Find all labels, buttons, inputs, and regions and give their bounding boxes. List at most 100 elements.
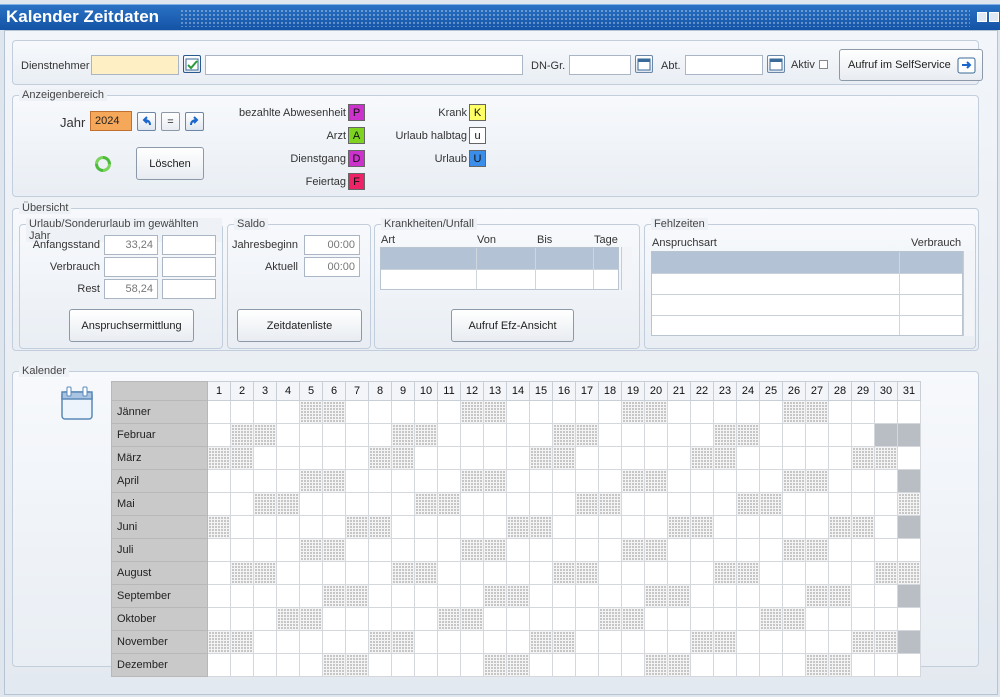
day-cell[interactable]: [207, 561, 231, 585]
day-cell[interactable]: [552, 400, 576, 424]
day-cell[interactable]: [414, 584, 438, 608]
day-cell[interactable]: [299, 561, 323, 585]
day-cell[interactable]: [690, 538, 714, 562]
day-cell[interactable]: [828, 561, 852, 585]
day-cell[interactable]: [414, 469, 438, 493]
day-cell[interactable]: [828, 607, 852, 631]
day-cell[interactable]: [253, 423, 277, 447]
day-cell[interactable]: [805, 630, 829, 654]
day-cell[interactable]: [483, 423, 507, 447]
day-cell[interactable]: [805, 423, 829, 447]
day-cell[interactable]: [621, 561, 645, 585]
day-cell[interactable]: [391, 561, 415, 585]
day-cell[interactable]: [460, 630, 484, 654]
day-cell[interactable]: [851, 653, 875, 677]
day-cell[interactable]: [713, 561, 737, 585]
day-cell[interactable]: [207, 515, 231, 539]
day-cell[interactable]: [874, 469, 898, 493]
day-cell[interactable]: [506, 561, 530, 585]
day-cell[interactable]: [322, 630, 346, 654]
day-cell[interactable]: [575, 630, 599, 654]
day-cell[interactable]: [460, 469, 484, 493]
day-cell[interactable]: [253, 653, 277, 677]
day-cell[interactable]: [529, 469, 553, 493]
day-cell[interactable]: [276, 400, 300, 424]
day-cell[interactable]: [230, 446, 254, 470]
day-cell[interactable]: [598, 653, 622, 677]
day-cell[interactable]: [299, 492, 323, 516]
day-cell[interactable]: [391, 584, 415, 608]
day-cell[interactable]: [552, 515, 576, 539]
day-cell[interactable]: [759, 607, 783, 631]
day-cell[interactable]: [828, 400, 852, 424]
day-cell[interactable]: [690, 561, 714, 585]
day-cell[interactable]: [368, 469, 392, 493]
day-cell[interactable]: [276, 538, 300, 562]
day-cell[interactable]: [713, 538, 737, 562]
day-cell[interactable]: [667, 630, 691, 654]
day-cell[interactable]: [322, 561, 346, 585]
day-cell[interactable]: [483, 492, 507, 516]
calendar-check-icon[interactable]: [183, 55, 201, 73]
day-cell[interactable]: [276, 469, 300, 493]
day-cell[interactable]: [437, 423, 461, 447]
day-cell[interactable]: [529, 423, 553, 447]
day-cell[interactable]: [529, 630, 553, 654]
day-cell[interactable]: [621, 630, 645, 654]
day-cell[interactable]: [874, 630, 898, 654]
day-cell[interactable]: [621, 446, 645, 470]
day-cell[interactable]: [598, 561, 622, 585]
day-cell[interactable]: [690, 423, 714, 447]
day-cell[interactable]: [529, 515, 553, 539]
day-cell[interactable]: [713, 584, 737, 608]
day-cell[interactable]: [552, 446, 576, 470]
day-cell[interactable]: [759, 423, 783, 447]
day-cell[interactable]: [805, 400, 829, 424]
day-cell[interactable]: [713, 653, 737, 677]
day-cell[interactable]: [828, 653, 852, 677]
day-cell[interactable]: [575, 469, 599, 493]
day-cell[interactable]: [552, 653, 576, 677]
day-cell[interactable]: [667, 423, 691, 447]
day-cell[interactable]: [230, 538, 254, 562]
day-cell[interactable]: [644, 446, 668, 470]
day-cell[interactable]: [414, 653, 438, 677]
day-cell[interactable]: [667, 446, 691, 470]
day-cell[interactable]: [391, 538, 415, 562]
day-cell[interactable]: [736, 538, 760, 562]
verbrauch-extra-input[interactable]: [162, 257, 216, 277]
day-cell[interactable]: [759, 561, 783, 585]
day-cell[interactable]: [874, 446, 898, 470]
efz-ansicht-button[interactable]: Aufruf Efz-Ansicht: [451, 309, 574, 342]
day-cell[interactable]: [851, 630, 875, 654]
day-cell[interactable]: [345, 515, 369, 539]
rest-extra-input[interactable]: [162, 279, 216, 299]
day-cell[interactable]: [713, 515, 737, 539]
day-cell[interactable]: [437, 607, 461, 631]
day-cell[interactable]: [299, 607, 323, 631]
minimize-icon[interactable]: [977, 12, 987, 22]
day-cell[interactable]: [230, 630, 254, 654]
day-cell[interactable]: [713, 492, 737, 516]
day-cell[interactable]: [322, 469, 346, 493]
day-cell[interactable]: [851, 584, 875, 608]
day-cell[interactable]: [506, 446, 530, 470]
day-cell[interactable]: [713, 469, 737, 493]
day-cell[interactable]: [391, 653, 415, 677]
day-cell[interactable]: [897, 538, 921, 562]
day-cell[interactable]: [391, 607, 415, 631]
day-cell[interactable]: [828, 538, 852, 562]
day-cell[interactable]: [460, 538, 484, 562]
day-cell[interactable]: [874, 492, 898, 516]
day-cell[interactable]: [529, 446, 553, 470]
day-cell[interactable]: [483, 538, 507, 562]
day-cell[interactable]: [828, 469, 852, 493]
day-cell[interactable]: [253, 492, 277, 516]
day-cell[interactable]: [414, 446, 438, 470]
current-year-button[interactable]: =: [161, 112, 180, 131]
day-cell[interactable]: [322, 584, 346, 608]
day-cell[interactable]: [828, 584, 852, 608]
day-cell[interactable]: [759, 584, 783, 608]
day-cell[interactable]: [644, 630, 668, 654]
day-cell[interactable]: [437, 446, 461, 470]
